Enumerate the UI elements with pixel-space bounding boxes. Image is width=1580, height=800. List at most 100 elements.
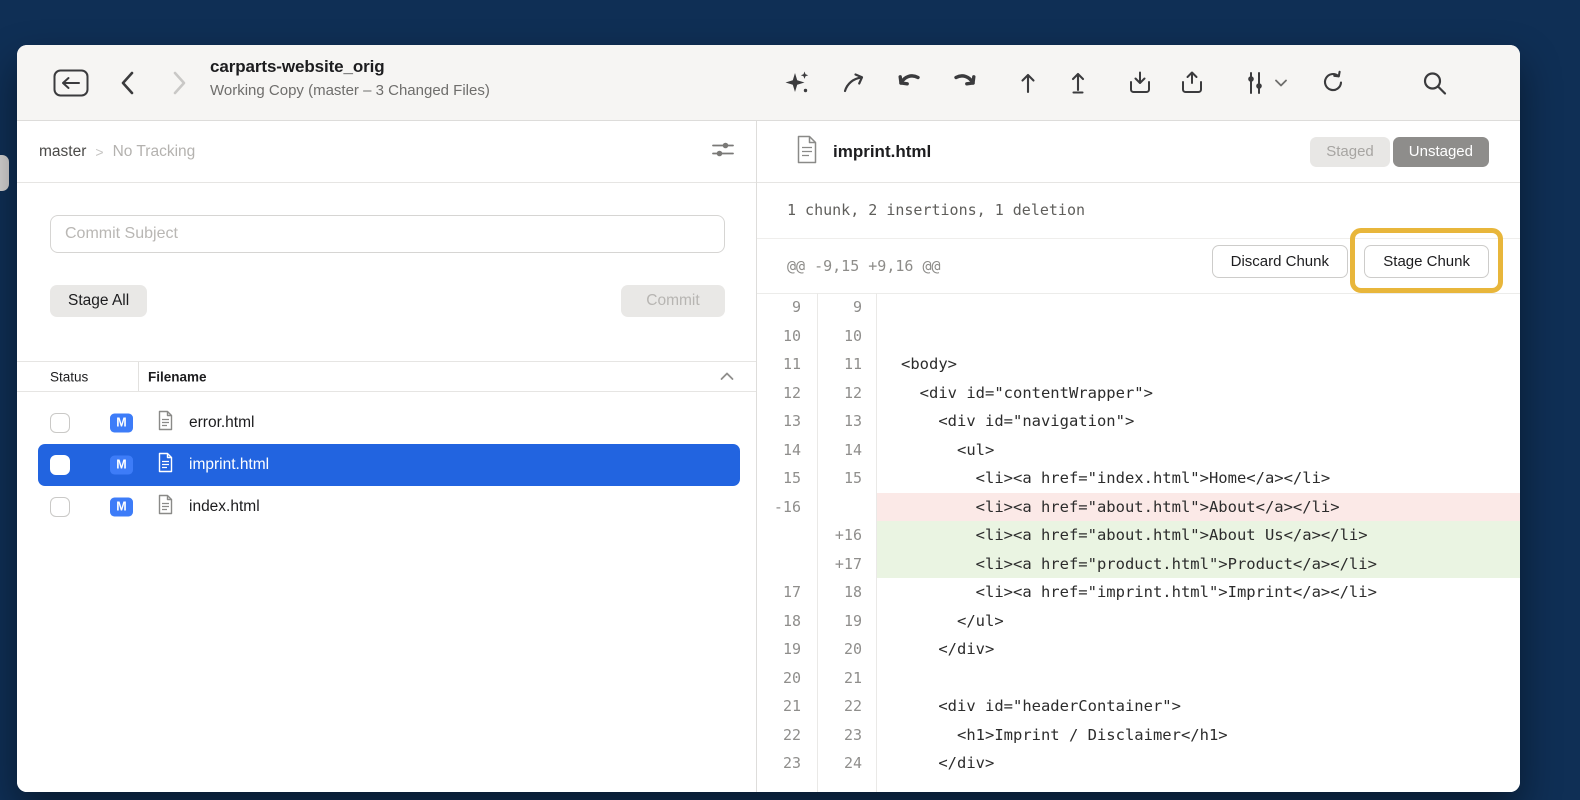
code-line: <div id="headerContainer"> [877, 692, 1520, 721]
status-column-header[interactable]: Status [50, 369, 88, 384]
code-line: </div> [877, 635, 1520, 664]
diff-line[interactable]: 9 9 [757, 293, 1520, 322]
arrow-up-icon[interactable] [1014, 69, 1042, 97]
diff-line[interactable]: 19 20 </div> [757, 635, 1520, 664]
new-line-number: 12 [818, 379, 877, 408]
diff-line[interactable]: 18 19 </ul> [757, 607, 1520, 636]
file-name: error.html [189, 414, 254, 432]
old-line-number: 15 [757, 464, 818, 493]
sort-order-icon[interactable] [720, 368, 734, 386]
commit-button[interactable]: Commit [621, 285, 725, 317]
diff-line[interactable]: 21 22 <div id="headerContainer"> [757, 692, 1520, 721]
code-line: </ul> [877, 607, 1520, 636]
chunk-header: @@ -9,15 +9,16 @@ [787, 257, 941, 275]
filter-chevron-down-icon[interactable] [1275, 74, 1287, 92]
sidebar-handle[interactable] [0, 155, 9, 191]
file-icon [795, 134, 819, 169]
filename-column-header[interactable]: Filename [148, 369, 207, 384]
new-line-number: 15 [818, 464, 877, 493]
new-line-number: 22 [818, 692, 877, 721]
old-line-number: 9 [757, 293, 818, 322]
code-line: <li><a href="product.html">Product</a></… [877, 550, 1520, 579]
file-row[interactable]: M error.html [38, 402, 740, 444]
new-line-number: 11 [818, 350, 877, 379]
diff-file-name: imprint.html [833, 142, 931, 162]
diff-line[interactable]: +17 <li><a href="product.html">Product</… [757, 550, 1520, 579]
pull-icon[interactable] [895, 69, 923, 97]
code-line [877, 322, 1520, 351]
diff-file-header: imprint.html Staged Unstaged [757, 121, 1520, 183]
list-options-icon[interactable] [710, 136, 736, 167]
stage-checkbox[interactable] [50, 413, 70, 433]
stash-pop-icon[interactable] [1178, 69, 1206, 97]
new-line-number: 18 [818, 578, 877, 607]
back-icon[interactable] [117, 69, 139, 97]
old-line-number: 18 [757, 607, 818, 636]
diff-line[interactable]: 10 10 [757, 322, 1520, 351]
new-line-number: +17 [818, 550, 877, 579]
discard-chunk-button[interactable]: Discard Chunk [1212, 245, 1348, 278]
code-line: <li><a href="imprint.html">Imprint</a></… [877, 578, 1520, 607]
push-icon[interactable] [952, 69, 980, 97]
code-line: <li><a href="about.html">About Us</a></l… [877, 521, 1520, 550]
breadcrumb-branch[interactable]: master [39, 143, 86, 161]
repo-subtitle: Working Copy (master – 3 Changed Files) [210, 82, 490, 99]
new-line-number: 24 [818, 749, 877, 778]
old-line-number: 19 [757, 635, 818, 664]
file-icon [157, 410, 174, 436]
code-line [877, 293, 1520, 322]
file-list: M error.html M imprint.html M [17, 402, 756, 528]
diff-line[interactable]: +16 <li><a href="about.html">About Us</a… [757, 521, 1520, 550]
new-line-number: 9 [818, 293, 877, 322]
file-row[interactable]: M index.html [38, 486, 740, 528]
diff-line[interactable]: 17 18 <li><a href="imprint.html">Imprint… [757, 578, 1520, 607]
diff-summary-row: 1 chunk, 2 insertions, 1 deletion [757, 182, 1520, 239]
diff-line[interactable]: 15 15 <li><a href="index.html">Home</a><… [757, 464, 1520, 493]
commit-subject-input[interactable] [50, 215, 725, 253]
code-line: <div id="contentWrapper"> [877, 379, 1520, 408]
file-name: imprint.html [189, 456, 269, 474]
new-line-number [818, 493, 877, 522]
arrow-up-from-line-icon[interactable] [1064, 69, 1092, 97]
diff-line[interactable]: 22 23 <h1>Imprint / Disclaimer</h1> [757, 721, 1520, 750]
diff-line[interactable]: 13 13 <div id="navigation"> [757, 407, 1520, 436]
breadcrumb-tracking[interactable]: No Tracking [113, 143, 196, 161]
unstaged-tab[interactable]: Unstaged [1393, 137, 1489, 167]
file-icon [157, 452, 174, 478]
forward-icon[interactable] [168, 69, 190, 97]
diff-line[interactable]: -16 <li><a href="about.html">About</a></… [757, 493, 1520, 522]
old-line-number: 22 [757, 721, 818, 750]
filter-icon[interactable] [1241, 69, 1269, 97]
stash-icon[interactable] [1126, 69, 1154, 97]
search-icon[interactable] [1421, 69, 1448, 96]
code-line: <li><a href="about.html">About</a></li> [877, 493, 1520, 522]
column-divider [138, 362, 139, 391]
toolbar: carparts-website_orig Working Copy (mast… [17, 45, 1520, 121]
staged-tab[interactable]: Staged [1310, 137, 1390, 167]
diff-line[interactable]: 14 14 <ul> [757, 436, 1520, 465]
code-line: <div id="navigation"> [877, 407, 1520, 436]
file-row[interactable]: M imprint.html [38, 444, 740, 486]
stage-checkbox[interactable] [50, 455, 70, 475]
stage-chunk-button[interactable]: Stage Chunk [1364, 245, 1489, 278]
code-line: <h1>Imprint / Disclaimer</h1> [877, 721, 1520, 750]
stage-checkbox[interactable] [50, 497, 70, 517]
refresh-icon[interactable] [1319, 69, 1347, 97]
code-line: <li><a href="index.html">Home</a></li> [877, 464, 1520, 493]
diff-line[interactable]: 20 21 [757, 664, 1520, 693]
old-line-number [757, 521, 818, 550]
window-titles: carparts-website_orig Working Copy (mast… [210, 57, 490, 99]
new-line-number: +16 [818, 521, 877, 550]
gutter-divider [817, 293, 818, 792]
stage-all-button[interactable]: Stage All [50, 285, 147, 317]
old-line-number: 21 [757, 692, 818, 721]
staged-unstaged-toggle: Staged Unstaged [1310, 137, 1489, 167]
sparkles-icon[interactable] [782, 69, 810, 97]
diff-line[interactable]: 23 24 </div> [757, 749, 1520, 778]
sidebar-toggle-icon[interactable] [53, 68, 89, 98]
checkout-icon[interactable] [840, 69, 868, 97]
old-line-number: 13 [757, 407, 818, 436]
left-panel: master > No Tracking Stage All Commit St… [17, 121, 757, 792]
diff-line[interactable]: 12 12 <div id="contentWrapper"> [757, 379, 1520, 408]
diff-line[interactable]: 11 11 <body> [757, 350, 1520, 379]
